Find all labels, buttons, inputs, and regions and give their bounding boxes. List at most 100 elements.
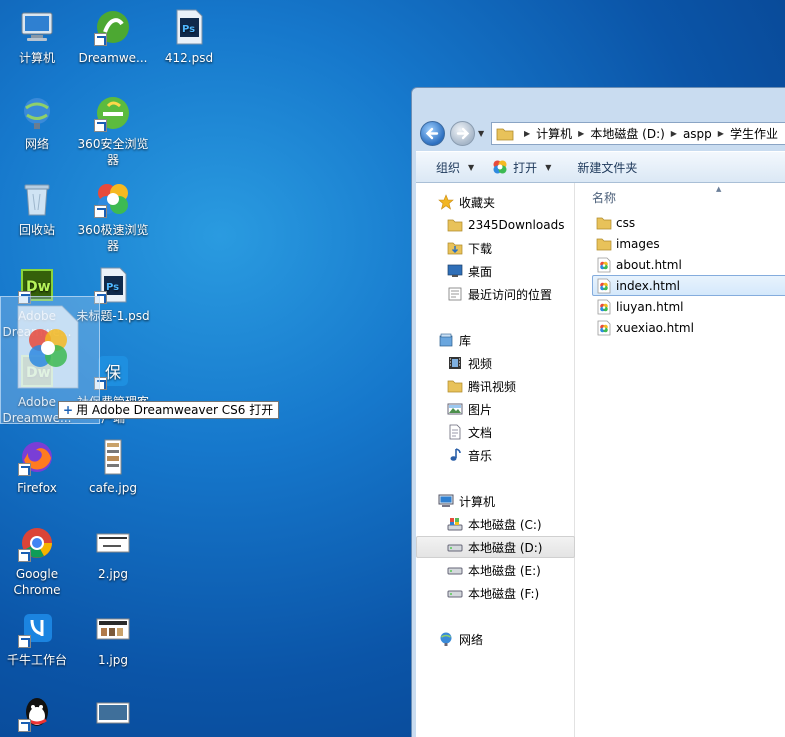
nav-drive-d[interactable]: 本地磁盘 (D:) <box>416 536 575 558</box>
desktop-icon-chrome[interactable]: Google Chrome <box>0 524 77 598</box>
desktop-icon-network[interactable]: 网络 <box>0 94 77 152</box>
downloads-folder-icon <box>447 242 463 255</box>
image-file-icon <box>94 610 132 648</box>
document-icon <box>449 424 461 440</box>
nav-item-downloads[interactable]: 下载 <box>416 237 575 259</box>
html-file-icon <box>597 278 611 293</box>
chrome-icon <box>18 524 56 562</box>
nav-item-documents[interactable]: 文档 <box>416 421 575 443</box>
nav-item-pictures[interactable]: 图片 <box>416 398 575 420</box>
desktop-icon-label: 回收站 <box>18 223 55 237</box>
nav-favorites[interactable]: 收藏夹 <box>416 191 575 213</box>
file-item-images[interactable]: images <box>592 233 785 254</box>
desktop-icon-label: Google Chrome <box>13 567 61 597</box>
desktop-icon-firefox[interactable]: Firefox <box>0 438 77 496</box>
desktop-icon-qq[interactable] <box>0 694 77 736</box>
qianniu-icon <box>18 610 56 648</box>
network-icon <box>440 632 452 646</box>
desktop-icon-label: 网络 <box>24 137 49 151</box>
desktop-icon <box>447 264 463 277</box>
desktop-icon-cafe-jpg[interactable]: cafe.jpg <box>73 438 153 496</box>
shortcut-arrow-icon <box>18 635 31 648</box>
sort-ascending-icon: ▲ <box>716 185 722 193</box>
nav-item-tencent-video[interactable]: 腾讯视频 <box>416 375 575 397</box>
desktop-icon-recycle-bin[interactable]: 回收站 <box>0 180 77 238</box>
svg-text:保: 保 <box>105 363 121 382</box>
desktop-icon-360-safe[interactable]: 360安全浏览器 <box>73 94 153 168</box>
qq-icon <box>18 694 56 732</box>
breadcrumb-computer[interactable]: 计算机 ▶ <box>536 125 590 142</box>
html-file-icon <box>597 299 611 314</box>
file-list-pane[interactable]: 名称 ▲ css images about.html index.html li… <box>576 183 785 737</box>
desktop-icon-jpg-bottom[interactable] <box>73 694 153 736</box>
film-icon <box>449 357 461 369</box>
image-file-icon <box>94 694 132 732</box>
new-folder-button[interactable]: 新建文件夹 <box>561 152 647 182</box>
desktop-icon-dreamweaver[interactable]: Dreamwe... <box>73 8 153 66</box>
arrow-left-icon <box>425 127 439 140</box>
svg-text:Ps: Ps <box>106 282 119 293</box>
breadcrumb-student-work[interactable]: 学生作业 <box>730 125 778 142</box>
breadcrumb-drive-d[interactable]: 本地磁盘 (D:) ▶ <box>590 125 683 142</box>
star-icon <box>438 194 454 210</box>
file-item-xuexiao-html[interactable]: xuexiao.html <box>592 317 785 338</box>
forward-button[interactable] <box>450 121 475 146</box>
desktop-icon-1-jpg[interactable]: 1.jpg <box>73 610 153 668</box>
hard-drive-icon <box>447 590 463 598</box>
computer-icon <box>438 494 454 507</box>
address-row: ▼ ▶ 计算机 ▶ 本地磁盘 (D:) ▶ aspp ▶ 学生作业 <box>416 119 785 149</box>
file-item-liuyan-html[interactable]: liuyan.html <box>592 296 785 317</box>
column-header-name[interactable]: 名称 <box>592 189 616 206</box>
dreamweaver-green-icon <box>94 8 132 46</box>
back-button[interactable] <box>420 121 445 146</box>
command-bar: 组织 ▼ 打开 ▼ 新建文件夹 <box>416 151 785 183</box>
svg-text:Ps: Ps <box>182 24 195 35</box>
desktop-icon-computer[interactable]: 计算机 <box>0 8 77 66</box>
desktop-icon-qianniu[interactable]: 千牛工作台 <box>0 610 77 668</box>
nav-libraries[interactable]: 库 <box>416 329 575 351</box>
explorer-window[interactable]: ▼ ▶ 计算机 ▶ 本地磁盘 (D:) ▶ aspp ▶ 学生作业 组织 ▼ 打开 ▼ 新… <box>411 87 785 737</box>
html-file-icon <box>597 257 611 272</box>
chevron-down-icon: ▼ <box>468 162 475 172</box>
desktop-icon-2-jpg[interactable]: 2.jpg <box>73 524 153 582</box>
shortcut-arrow-icon <box>94 33 107 46</box>
nav-item-videos[interactable]: 视频 <box>416 352 575 374</box>
nav-computer[interactable]: 计算机 <box>416 490 575 512</box>
recent-places-icon <box>448 287 462 301</box>
nav-drive-c[interactable]: 本地磁盘 (C:) <box>416 513 575 535</box>
nav-item-recent-places[interactable]: 最近访问的位置 <box>416 283 575 305</box>
nav-drive-e[interactable]: 本地磁盘 (E:) <box>416 559 575 581</box>
organize-button[interactable]: 组织 ▼ <box>416 152 484 182</box>
folder-icon <box>596 238 612 250</box>
desktop-icon-412-psd[interactable]: Ps 412.psd <box>149 8 229 66</box>
navigation-pane[interactable]: 收藏夹 2345Downloads 下载 桌面 最近访问的位置 库 视频 腾讯视… <box>416 183 575 737</box>
explorer-content: 收藏夹 2345Downloads 下载 桌面 最近访问的位置 库 视频 腾讯视… <box>416 183 785 737</box>
system-drive-icon <box>447 518 463 531</box>
image-file-icon <box>94 524 132 562</box>
shortcut-arrow-icon <box>18 463 31 476</box>
nav-item-desktop[interactable]: 桌面 <box>416 260 575 282</box>
hard-drive-icon <box>447 544 463 552</box>
breadcrumb-aspp[interactable]: aspp ▶ <box>683 127 730 141</box>
desktop-icon-label: 360极速浏览器 <box>77 223 149 253</box>
nav-network[interactable]: 网络 <box>416 628 575 650</box>
html-file-icon <box>597 320 611 335</box>
nav-item-2345downloads[interactable]: 2345Downloads <box>416 214 575 236</box>
folder-icon <box>496 128 514 140</box>
open-button[interactable]: 打开 ▼ <box>484 152 561 182</box>
nav-drive-f[interactable]: 本地磁盘 (F:) <box>416 582 575 604</box>
file-item-about-html[interactable]: about.html <box>592 254 785 275</box>
file-item-index-html[interactable]: index.html <box>592 275 785 296</box>
address-bar[interactable]: ▶ 计算机 ▶ 本地磁盘 (D:) ▶ aspp ▶ 学生作业 <box>491 122 785 145</box>
arrow-right-icon <box>456 127 470 140</box>
desktop-icon-360-speed[interactable]: 360极速浏览器 <box>73 180 153 254</box>
nav-item-music[interactable]: 音乐 <box>416 444 575 466</box>
360-safe-browser-icon <box>94 94 132 132</box>
file-item-css[interactable]: css <box>592 212 785 233</box>
chevron-down-icon: ▼ <box>545 162 552 172</box>
pictures-icon <box>447 403 463 415</box>
hard-drive-icon <box>447 567 463 575</box>
breadcrumb-separator[interactable]: ▶ <box>518 129 536 138</box>
recent-pages-dropdown[interactable]: ▼ <box>478 129 484 138</box>
recycle-bin-icon <box>18 180 56 218</box>
